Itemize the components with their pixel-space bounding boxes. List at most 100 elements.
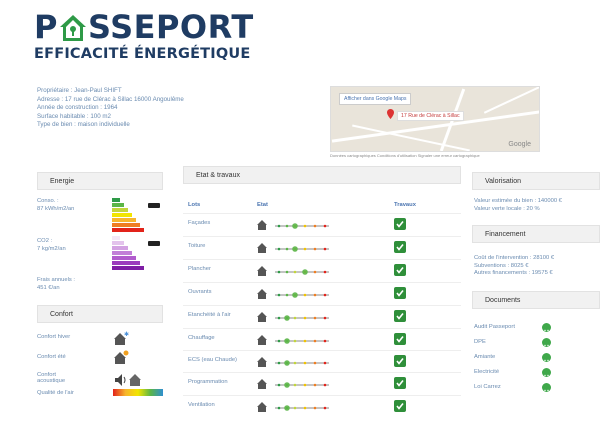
- valorisation-info: Valeur estimée du bien : 140000 € Valeur…: [474, 198, 562, 213]
- air-quality-gradient: [113, 389, 163, 396]
- lot-label: Ouvrants: [188, 289, 212, 295]
- logo-letter-p: P: [34, 8, 58, 46]
- lot-row: Programmation: [183, 372, 461, 394]
- valorisation-title: Valorisation: [485, 178, 522, 185]
- dpe-bar-b: [112, 203, 124, 207]
- travaux-check-icon[interactable]: [394, 287, 406, 299]
- state-scale-icon: [275, 223, 329, 229]
- smiley-icon[interactable]: [542, 353, 551, 364]
- autres-financements: Autres financements : 19575 €: [474, 270, 553, 276]
- passeport-logo: P SSEPORT EFFICACITÉ ÉNERGÉTIQUE: [34, 10, 254, 62]
- travaux-check-icon[interactable]: [394, 400, 406, 412]
- address-line: Adresse : 17 rue de Clérac à Sillac 1600…: [37, 95, 184, 103]
- google-brand: Google: [508, 141, 531, 148]
- lot-label: Plancher: [188, 266, 211, 272]
- travaux-check-icon[interactable]: [394, 264, 406, 276]
- qualite-air-label: Qualité de l'air: [37, 390, 74, 396]
- subventions: Subventions : 8025 €: [474, 262, 529, 269]
- smiley-icon[interactable]: [542, 368, 551, 379]
- etat-title: Etat & travaux: [196, 172, 240, 179]
- document-link[interactable]: Electricité: [474, 369, 499, 375]
- travaux-check-icon[interactable]: [394, 241, 406, 253]
- col-etat-header: Etat: [257, 202, 268, 208]
- frais-label: Frais annuels :: [37, 277, 76, 283]
- logo-subtitle: EFFICACITÉ ÉNERGÉTIQUE: [34, 46, 251, 62]
- lot-label: Etanchéité à l'air: [188, 312, 231, 318]
- map-widget[interactable]: Afficher dans Google Maps 17 Rue de Clér…: [330, 86, 540, 152]
- financement-info: Coût de l'intervention : 28100 € Subvent…: [474, 255, 554, 278]
- travaux-check-icon[interactable]: [394, 377, 406, 389]
- co2-value: 7 kg/m2/an: [37, 245, 66, 252]
- lot-label: Chauffage: [188, 335, 215, 341]
- lot-row: Plancher: [183, 259, 461, 281]
- conso-label: Conso. :: [37, 198, 59, 204]
- conso-value: 87 kWh/m2/an: [37, 205, 75, 212]
- dpe-bar-c: [112, 208, 128, 212]
- smiley-icon[interactable]: [542, 323, 551, 334]
- dpe-bar-g: [112, 228, 144, 232]
- travaux-check-icon[interactable]: [394, 333, 406, 345]
- document-link[interactable]: DPE: [474, 339, 486, 345]
- lot-row: Chauffage: [183, 328, 461, 350]
- smiley-icon[interactable]: [542, 338, 551, 349]
- lot-row: Toiture: [183, 236, 461, 258]
- ges-bar-d: [112, 251, 132, 255]
- co2-info: CO2 : 7 kg/m2/an: [37, 238, 66, 253]
- dpe-scale: [112, 198, 144, 233]
- cout-intervention: Coût de l'intervention : 28100 €: [474, 255, 555, 261]
- speaker-house-icon: [115, 374, 141, 386]
- lot-label: Façades: [188, 220, 211, 226]
- house-sun-icon: [114, 350, 129, 364]
- state-scale-icon: [275, 382, 329, 388]
- confort-acoustique-label: Confort acoustique: [37, 372, 65, 384]
- surface-line: Surface habitable : 100 m2: [37, 112, 111, 120]
- valorisation-panel-header: Valorisation: [472, 172, 600, 190]
- travaux-check-icon[interactable]: [394, 310, 406, 322]
- map-pin-icon: [387, 109, 394, 119]
- svg-text:✱: ✱: [124, 331, 129, 338]
- valeur-estimee: Valeur estimée du bien : 140000 €: [474, 198, 562, 204]
- house-icon: [257, 312, 267, 322]
- property-type-line: Type de bien : maison individuelle: [37, 121, 130, 129]
- house-icon: [257, 289, 267, 299]
- ges-bar-g: [112, 266, 144, 270]
- document-link[interactable]: Audit Passeport: [474, 324, 515, 330]
- ges-pointer: [148, 241, 160, 246]
- state-scale-icon: [275, 315, 329, 321]
- energie-title: Energie: [50, 178, 75, 185]
- ges-scale: [112, 236, 144, 271]
- lot-row: Façades: [183, 213, 461, 235]
- travaux-check-icon[interactable]: [394, 218, 406, 230]
- house-icon: [257, 220, 267, 230]
- construction-year-line: Année de construction : 1964: [37, 104, 118, 112]
- dpe-bar-d: [112, 213, 132, 217]
- ges-bar-c: [112, 246, 128, 250]
- financement-title: Financement: [485, 231, 526, 238]
- lot-row: Etanchéité à l'air: [183, 305, 461, 327]
- logo-wordmark: P SSEPORT: [34, 10, 254, 44]
- confort-ete-label: Confort été: [37, 354, 66, 360]
- document-link[interactable]: Loi Carrez: [474, 384, 501, 390]
- conso-info: Conso. : 87 kWh/m2/an: [37, 198, 74, 213]
- house-icon: [257, 379, 267, 389]
- open-google-maps-button[interactable]: Afficher dans Google Maps: [339, 93, 412, 105]
- col-travaux-header: Travaux: [394, 202, 416, 208]
- co2-label: CO2 :: [37, 238, 53, 244]
- dpe-bar-f: [112, 223, 140, 227]
- valeur-verte: Valeur verte locale : 20 %: [474, 205, 540, 212]
- travaux-check-icon[interactable]: [394, 355, 406, 367]
- smiley-icon[interactable]: [542, 383, 551, 394]
- state-scale-icon: [275, 338, 329, 344]
- lot-label: Ventilation: [188, 402, 215, 408]
- map-footer[interactable]: Données cartographiques Conditions d'uti…: [330, 153, 480, 158]
- lot-label: Programmation: [188, 379, 228, 385]
- house-logo-icon: [59, 15, 86, 41]
- documents-panel-header: Documents: [472, 291, 600, 309]
- document-link[interactable]: Amiante: [474, 354, 495, 360]
- house-icon: [257, 357, 267, 367]
- map-address-label: 17 Rue de Clérac à Sillac: [397, 111, 464, 121]
- owner-line: Propriétaire : Jean-Paul SHIFT: [37, 87, 122, 94]
- lot-row: Ouvrants: [183, 282, 461, 304]
- lot-row: Ventilation: [183, 395, 461, 417]
- lot-row: ECS (eau Chaude): [183, 350, 461, 372]
